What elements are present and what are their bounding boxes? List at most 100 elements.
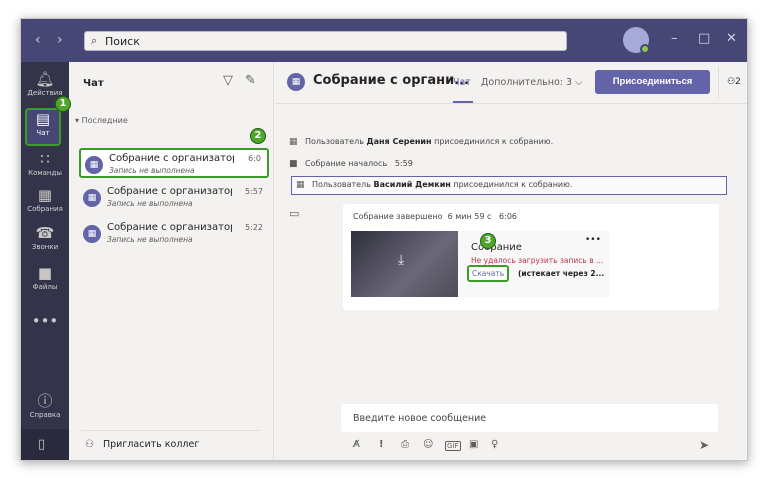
event-user: Василий Демкин (373, 180, 451, 189)
rail-label: Команды (28, 169, 62, 177)
rail-label: Файлы (32, 283, 58, 291)
chat-name: Собрание с организатор... (107, 186, 232, 197)
filter-icon[interactable]: ▽ (223, 73, 233, 88)
participants-button[interactable]: ⚇2 (718, 66, 747, 99)
emoji-icon[interactable]: ☺ (423, 439, 433, 450)
rail-item-calls[interactable]: ☎ Звонки (21, 224, 69, 251)
invite-label: Пригласить коллег (103, 439, 200, 450)
recording-title: Собрание (471, 242, 522, 253)
event-started: ■ Собрание началось 5:59 (289, 159, 413, 169)
chat-icon: ▤ (35, 110, 51, 128)
chat-subtitle: Запись не выполнена (107, 235, 193, 244)
app-rail: 🔔︎ Действия ▤ Чат ∷ Команды ▦ Собрания ☎… (21, 62, 69, 460)
send-icon[interactable]: ➤ (699, 438, 709, 452)
recent-section-header[interactable]: ▾ Последние (75, 116, 128, 125)
message-input[interactable] (341, 404, 718, 432)
meeting-icon: ▦ (287, 73, 305, 91)
rail-item-teams[interactable]: ∷ Команды (21, 150, 69, 177)
gif-icon[interactable]: GIF (445, 441, 461, 451)
chevron-left-icon[interactable]: ‹ (35, 32, 41, 48)
event-joined-highlighted: ▦ Пользователь Василий Демкин присоединил… (291, 176, 727, 195)
meeting-event-icon: ▦ (296, 180, 305, 190)
recording-expiry: (истекает через 2... (518, 269, 605, 278)
teams-window: ‹ › ⌕ Поиск – □ ✕ 🔔︎ Действия ▤ Чат ∷ Ко… (20, 18, 748, 461)
format-icon[interactable]: A̸ (353, 439, 360, 450)
message-composer (341, 404, 718, 432)
chat-time: 6:0 (248, 154, 261, 163)
minimize-icon[interactable]: – (671, 31, 678, 46)
recording-thumbnail[interactable]: ⤓ (351, 231, 458, 297)
chat-time: 5:57 (245, 187, 263, 196)
meeting-icon: ▦ (85, 156, 103, 174)
rail-item-chat[interactable]: ▤ Чат (25, 108, 61, 146)
meeting-ended-icon: ▭ (289, 207, 300, 220)
chat-subtitle: Запись не выполнена (107, 199, 193, 208)
search-input[interactable]: ⌕ Поиск (84, 31, 567, 51)
status-available-icon (640, 44, 650, 54)
chat-item[interactable]: ▦ Собрание с организатор... Запись не вы… (79, 219, 269, 249)
event-text: присоединился к собранию. (431, 137, 554, 146)
more-icon: ••• (31, 312, 59, 330)
conversation-panel: ▦ Собрание с органи... Чат Дополнительно… (275, 62, 747, 460)
section-label: Последние (81, 116, 128, 125)
rail-label: Собрания (27, 205, 63, 213)
meeting-ended-card: Собрание завершено 6 мин 59 с 6:06 ⤓ Соб… (343, 204, 719, 310)
meeting-event-icon: ▦ (289, 137, 298, 147)
step-badge: 1 (55, 96, 71, 112)
rail-label: Чат (36, 129, 50, 137)
search-icon: ⌕ (91, 34, 98, 47)
ended-duration: 6 мин 59 с (447, 212, 492, 221)
recording-more-button[interactable]: ••• (585, 235, 601, 245)
invite-colleagues-button[interactable]: ⚇ Пригласить коллег (81, 430, 261, 456)
step-badge: 2 (250, 128, 266, 144)
tab-more[interactable]: Дополнительно: 3 ⌵ (481, 77, 582, 88)
participants-count: 2 (735, 77, 741, 87)
attach-icon[interactable]: ⎙ (401, 439, 409, 450)
join-button[interactable]: Присоединиться (595, 70, 710, 94)
chat-item[interactable]: ▦ Собрание с организатор... Запись не вы… (79, 148, 269, 178)
calendar-icon: ▦ (37, 186, 53, 204)
event-time: 5:59 (394, 159, 413, 168)
chevron-right-icon[interactable]: › (57, 32, 63, 48)
title-bar: ‹ › ⌕ Поиск – □ ✕ (21, 19, 747, 62)
recording-error: Не удалось загрузить запись в ... (471, 256, 604, 265)
event-user: Даня Серенин (366, 137, 432, 146)
tab-chat[interactable]: Чат (453, 77, 471, 88)
ended-time: 6:06 (499, 212, 517, 221)
rail-item-help[interactable]: ⓘ Справка (21, 392, 69, 419)
new-chat-icon[interactable]: ✎ (245, 73, 256, 88)
meeting-icon: ▦ (83, 189, 101, 207)
sticker-icon[interactable]: ▣ (469, 439, 478, 450)
phone-device-icon: ▯ (38, 437, 46, 452)
active-tab-indicator (453, 101, 473, 103)
meeting-icon: ▦ (83, 225, 101, 243)
important-icon[interactable]: ! (379, 439, 384, 450)
chat-time: 5:22 (245, 223, 263, 232)
ended-text: Собрание завершено (353, 212, 443, 221)
chat-name: Собрание с организатор... (107, 222, 232, 233)
mobile-app-button[interactable]: ▯ (21, 429, 69, 460)
page-title: Собрание с органи... (313, 73, 469, 88)
search-placeholder: Поиск (105, 35, 140, 48)
teams-icon: ∷ (40, 150, 50, 168)
event-text: Собрание началось (305, 159, 388, 168)
close-icon[interactable]: ✕ (726, 31, 737, 46)
download-arrow-icon: ⤓ (398, 252, 405, 268)
event-joined: ▦ Пользователь Даня Серенин присоединился… (289, 137, 553, 147)
rail-item-activity[interactable]: 🔔︎ Действия (21, 70, 69, 97)
chat-item[interactable]: ▦ Собрание с организатор... Запись не вы… (79, 183, 269, 213)
meeting-ended-line: Собрание завершено 6 мин 59 с 6:06 (353, 212, 517, 221)
step-badge: 3 (480, 233, 496, 249)
rail-label: Справка (29, 411, 61, 419)
chat-subtitle: Запись не выполнена (109, 166, 195, 175)
praise-icon[interactable]: ♀ (491, 439, 498, 450)
rail-item-meetings[interactable]: ▦ Собрания (21, 186, 69, 213)
maximize-icon[interactable]: □ (698, 31, 710, 46)
event-text: Пользователь (312, 180, 374, 189)
download-link[interactable]: Скачать (467, 265, 510, 282)
rail-label: Звонки (31, 243, 59, 251)
people-add-icon: ⚇ (85, 439, 94, 450)
help-icon: ⓘ (37, 392, 53, 410)
rail-item-files[interactable]: ■ Файлы (21, 264, 69, 291)
more-apps-button[interactable]: ••• (21, 312, 69, 330)
